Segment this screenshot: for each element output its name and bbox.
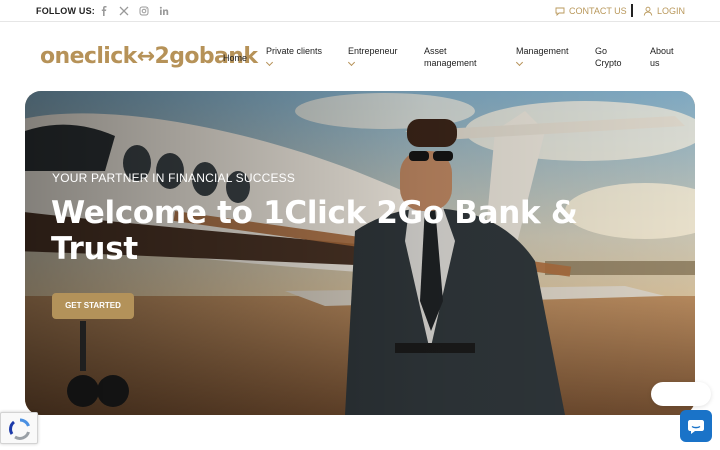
hero-tagline: YOUR PARTNER IN FINANCIAL SUCCESS xyxy=(52,171,296,185)
nav-home[interactable]: Home xyxy=(223,52,247,64)
nav-about-us[interactable]: About us xyxy=(650,45,682,69)
chevron-down-icon xyxy=(347,58,356,67)
user-icon xyxy=(643,6,653,16)
login-label: LOGIN xyxy=(657,6,686,16)
contact-us-label: CONTACT US xyxy=(569,6,627,16)
facebook-icon[interactable] xyxy=(99,6,109,16)
nav-management-label: Management xyxy=(516,46,569,56)
follow-us-label: FOLLOW US: xyxy=(36,6,95,16)
nav-private-clients[interactable]: Private clients xyxy=(265,45,332,67)
nav-private-clients-label: Private clients xyxy=(266,46,323,56)
linkedin-icon[interactable] xyxy=(159,6,169,16)
nav-go-crypto-label: Go Crypto xyxy=(595,46,622,68)
nav-about-us-label: About us xyxy=(650,46,674,68)
recaptcha-icon xyxy=(9,418,30,440)
hero-banner: YOUR PARTNER IN FINANCIAL SUCCESS Welcom… xyxy=(25,91,695,415)
x-icon[interactable] xyxy=(119,6,129,16)
get-started-button[interactable]: GET STARTED xyxy=(52,293,134,319)
nav-entrepeneur-label: Entrepeneur xyxy=(348,46,398,56)
nav-asset-management-label: Asset management xyxy=(424,46,477,68)
chat-icon xyxy=(688,420,704,434)
recaptcha-badge[interactable] xyxy=(0,412,38,444)
nav-asset-management[interactable]: Asset management xyxy=(424,45,486,69)
nav-entrepeneur[interactable]: Entrepeneur xyxy=(347,45,408,67)
chat-teaser[interactable] xyxy=(651,382,711,406)
divider xyxy=(631,4,633,17)
nav-management[interactable]: Management xyxy=(515,45,578,67)
chevron-down-icon xyxy=(265,58,274,67)
hero-headline: Welcome to 1Click 2Go Bank & Trust xyxy=(51,195,578,267)
instagram-icon[interactable] xyxy=(139,6,149,16)
nav-home-label: Home xyxy=(223,53,248,63)
contact-us-link[interactable]: CONTACT US xyxy=(555,6,627,16)
login-link[interactable]: LOGIN xyxy=(643,6,685,16)
chat-icon xyxy=(555,7,565,16)
chevron-down-icon xyxy=(515,58,524,67)
chat-widget-button[interactable] xyxy=(680,410,712,442)
nav-go-crypto[interactable]: Go Crypto xyxy=(595,45,631,69)
top-bar: FOLLOW US: CONTACT US LOGIN xyxy=(0,0,720,22)
